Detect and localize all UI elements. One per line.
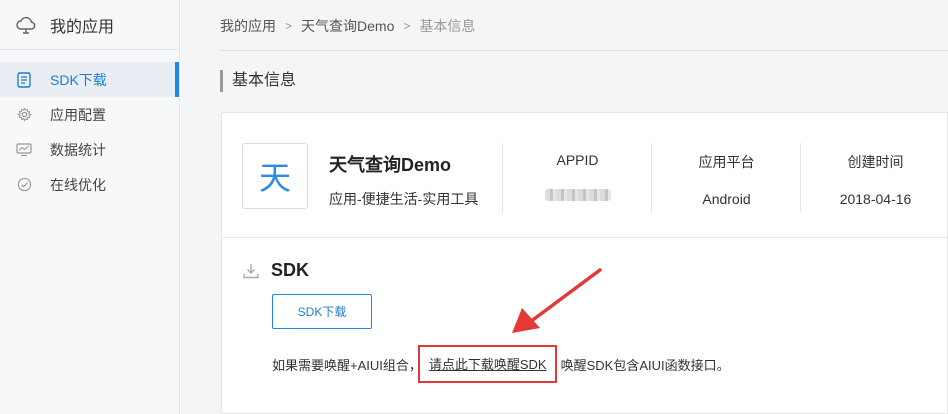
sidebar-item-label: 数据统计 bbox=[50, 141, 106, 158]
sdk-description: 如果需要唤醒+AIUI组合， 请点此下载唤醒SDK 唤醒SDK包含AIUI函数接… bbox=[272, 345, 730, 383]
card-divider bbox=[222, 237, 948, 238]
sidebar-item-data-stats[interactable]: 数据统计 bbox=[0, 132, 179, 167]
app-info-card: 天 天气查询Demo 应用-便捷生活-实用工具 APPID 应用平台 Andro… bbox=[221, 112, 948, 414]
breadcrumb-separator: > bbox=[403, 19, 411, 33]
breadcrumb-item-app[interactable]: 天气查询Demo bbox=[301, 16, 394, 36]
sidebar-item-label: 在线优化 bbox=[50, 176, 106, 193]
stat-label: 创建时间 bbox=[847, 154, 904, 170]
app-icon: 天 bbox=[242, 143, 308, 209]
breadcrumb-item-my-apps[interactable]: 我的应用 bbox=[220, 16, 276, 36]
annotation-arrow bbox=[681, 262, 682, 263]
cloud-icon bbox=[14, 13, 38, 37]
app-category: 应用-便捷生活-实用工具 bbox=[329, 191, 479, 207]
sdk-section-header: SDK bbox=[242, 260, 309, 281]
sdk-heading: SDK bbox=[271, 260, 310, 280]
sidebar-item-sdk-download[interactable]: SDK下载 bbox=[0, 62, 179, 97]
sidebar-item-app-config[interactable]: 应用配置 bbox=[0, 97, 179, 132]
download-wake-sdk-link[interactable]: 请点此下载唤醒SDK bbox=[429, 357, 547, 372]
sidebar-item-label: SDK下载 bbox=[50, 71, 107, 88]
monitor-chart-icon bbox=[16, 142, 32, 158]
sdk-download-button[interactable]: SDK下载 bbox=[272, 294, 372, 329]
breadcrumb: 我的应用 > 天气查询Demo > 基本信息 bbox=[220, 16, 475, 36]
stat-value: 2018-04-16 bbox=[839, 191, 912, 207]
desc-text-after: 唤醒SDK包含AIUI函数接口。 bbox=[560, 357, 730, 373]
document-icon bbox=[16, 71, 32, 88]
sidebar-item-online-optimize[interactable]: 在线优化 bbox=[0, 167, 179, 202]
sidebar: 我的应用 SDK下载 应用配置 数据统计 在线优化 bbox=[0, 0, 180, 414]
stat-value: Android bbox=[702, 191, 751, 207]
stat-label: APPID bbox=[556, 152, 599, 168]
sidebar-nav: SDK下载 应用配置 数据统计 在线优化 bbox=[0, 50, 179, 202]
breadcrumb-item-current: 基本信息 bbox=[419, 18, 476, 34]
stat-created-time: 创建时间 2018-04-16 bbox=[800, 143, 948, 213]
gear-icon bbox=[16, 107, 32, 123]
sidebar-item-label: 应用配置 bbox=[50, 106, 106, 123]
app-name: 天气查询Demo bbox=[329, 155, 452, 175]
check-circle-icon bbox=[16, 177, 32, 193]
stat-platform: 应用平台 Android bbox=[651, 143, 801, 213]
appid-redacted-value bbox=[544, 189, 611, 201]
stat-value bbox=[503, 187, 652, 204]
breadcrumb-divider bbox=[220, 50, 948, 51]
breadcrumb-separator: > bbox=[285, 19, 293, 33]
stat-label: 应用平台 bbox=[698, 154, 755, 170]
sidebar-title: 我的应用 bbox=[50, 18, 115, 36]
desc-text-before: 如果需要唤醒+AIUI组合， bbox=[272, 357, 422, 373]
stat-appid: APPID bbox=[502, 143, 652, 213]
download-icon bbox=[242, 262, 260, 280]
sidebar-header[interactable]: 我的应用 bbox=[0, 0, 179, 50]
page-title: 基本信息 bbox=[220, 70, 296, 92]
highlight-box: 请点此下载唤醒SDK bbox=[417, 345, 557, 383]
main-content: 我的应用 > 天气查询Demo > 基本信息 基本信息 天 天气查询Demo 应… bbox=[181, 0, 948, 414]
